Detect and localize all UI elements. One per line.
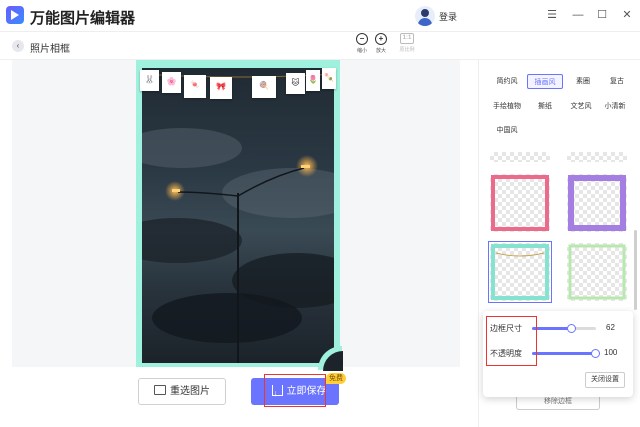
- app-title: 万能图片编辑器: [30, 10, 136, 27]
- category-tab[interactable]: 文艺风: [563, 99, 599, 114]
- actual-size-icon: 1:1: [400, 33, 414, 44]
- frame-preview-icon: [568, 244, 626, 300]
- frame-preview-icon: [491, 175, 549, 231]
- category-tab[interactable]: 素圈: [565, 74, 601, 89]
- menu-icon[interactable]: ☰: [545, 8, 559, 22]
- zoom-in-icon: +: [375, 33, 387, 45]
- frame-thumbnail-selected[interactable]: [488, 241, 552, 303]
- actual-size-label: 原比例: [399, 47, 415, 53]
- zoom-in-button[interactable]: + 放大: [367, 33, 395, 54]
- garland-card: 🌷: [306, 70, 320, 91]
- maximize-icon[interactable]: ☐: [595, 8, 609, 22]
- frame-thumbnail[interactable]: [567, 243, 627, 301]
- category-tab[interactable]: 撕纸: [527, 99, 563, 114]
- category-tab[interactable]: 小清新: [597, 99, 633, 114]
- garland-card: 🎀: [210, 77, 232, 99]
- garland-card: 🍡: [322, 68, 336, 89]
- frame-thumbnail[interactable]: [567, 152, 627, 162]
- garland-card: 🐰: [140, 70, 159, 91]
- frame-thumbnail[interactable]: [567, 174, 627, 232]
- reselect-image-button[interactable]: 重选图片: [138, 378, 226, 405]
- toolbar: ‹ 照片相框 − 缩小 + 放大 1:1 原比例: [0, 32, 640, 60]
- actual-size-button[interactable]: 1:1 原比例: [393, 33, 421, 53]
- back-icon[interactable]: ‹: [12, 40, 24, 52]
- garland-card: 🍬: [184, 75, 206, 98]
- frame-preview-icon: [491, 244, 549, 300]
- app-logo: [6, 6, 24, 24]
- border-size-slider[interactable]: [532, 324, 596, 333]
- frame-preview-icon: [568, 175, 626, 231]
- title-bar: 万能图片编辑器 登录 ☰ — ☐ ✕: [0, 0, 640, 32]
- border-size-slider-handle[interactable]: [566, 324, 576, 333]
- settings-labels-highlight-box: [486, 316, 537, 366]
- garland-card: 🌸: [162, 72, 181, 93]
- category-tab-active[interactable]: 插画风: [527, 74, 563, 89]
- opacity-slider[interactable]: [532, 349, 600, 358]
- category-tab[interactable]: 中国风: [489, 123, 525, 138]
- free-badge: 免费: [326, 373, 346, 384]
- reselect-label: 重选图片: [170, 386, 210, 397]
- opacity-value: 100: [604, 348, 618, 357]
- login-link[interactable]: 登录: [439, 10, 457, 23]
- user-avatar[interactable]: [415, 6, 435, 26]
- zoom-in-label: 放大: [375, 48, 386, 54]
- page-title: 照片相框: [30, 44, 70, 55]
- garland-card: 🍭: [252, 76, 276, 98]
- remove-frame-button[interactable]: 移除边框: [516, 396, 600, 410]
- close-settings-button[interactable]: 关闭设置: [585, 372, 625, 388]
- close-icon[interactable]: ✕: [620, 8, 634, 22]
- opacity-slider-handle[interactable]: [591, 349, 600, 358]
- frame-thumbnail[interactable]: [490, 152, 550, 162]
- frame-thumbnail[interactable]: [490, 174, 550, 232]
- category-tab[interactable]: 手绘植物: [489, 99, 525, 114]
- save-highlight-box: [264, 374, 326, 407]
- panel-scrollbar[interactable]: [634, 230, 637, 310]
- minimize-icon[interactable]: —: [571, 8, 585, 22]
- street-lamp-icon: [165, 155, 318, 363]
- edited-photo: [142, 68, 334, 363]
- border-size-value: 62: [606, 323, 615, 332]
- garland-card: 🐱: [286, 73, 305, 94]
- image-icon: [154, 385, 166, 395]
- category-tab[interactable]: 简约风: [489, 74, 525, 89]
- category-tab[interactable]: 复古: [599, 74, 635, 89]
